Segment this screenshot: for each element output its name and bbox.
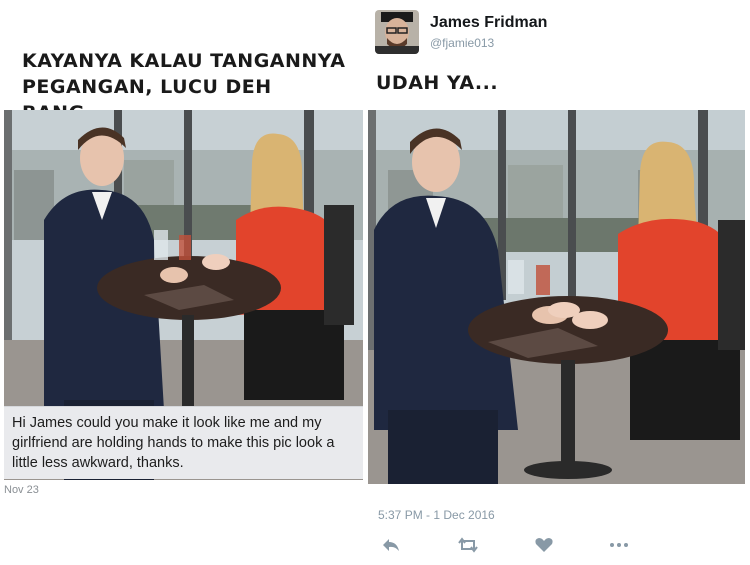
message-date: Nov 23 xyxy=(4,484,39,496)
like-icon[interactable] xyxy=(533,536,555,554)
retweet-icon[interactable] xyxy=(457,536,479,554)
right-caption: UDAH YA... xyxy=(376,72,499,94)
avatar-icon[interactable] xyxy=(375,10,419,54)
tweet-timestamp[interactable]: 5:37 PM - 1 Dec 2016 xyxy=(378,508,495,522)
request-message: Hi James could you make it look like me … xyxy=(12,415,335,471)
reply-icon[interactable] xyxy=(380,536,402,554)
message-bubble: Hi James could you make it look like me … xyxy=(4,406,363,479)
more-icon[interactable] xyxy=(608,536,630,554)
edited-couple-photo xyxy=(368,110,745,484)
author-handle[interactable]: @fjamie013 xyxy=(430,36,494,50)
author-display-name[interactable]: James Fridman xyxy=(430,14,547,32)
